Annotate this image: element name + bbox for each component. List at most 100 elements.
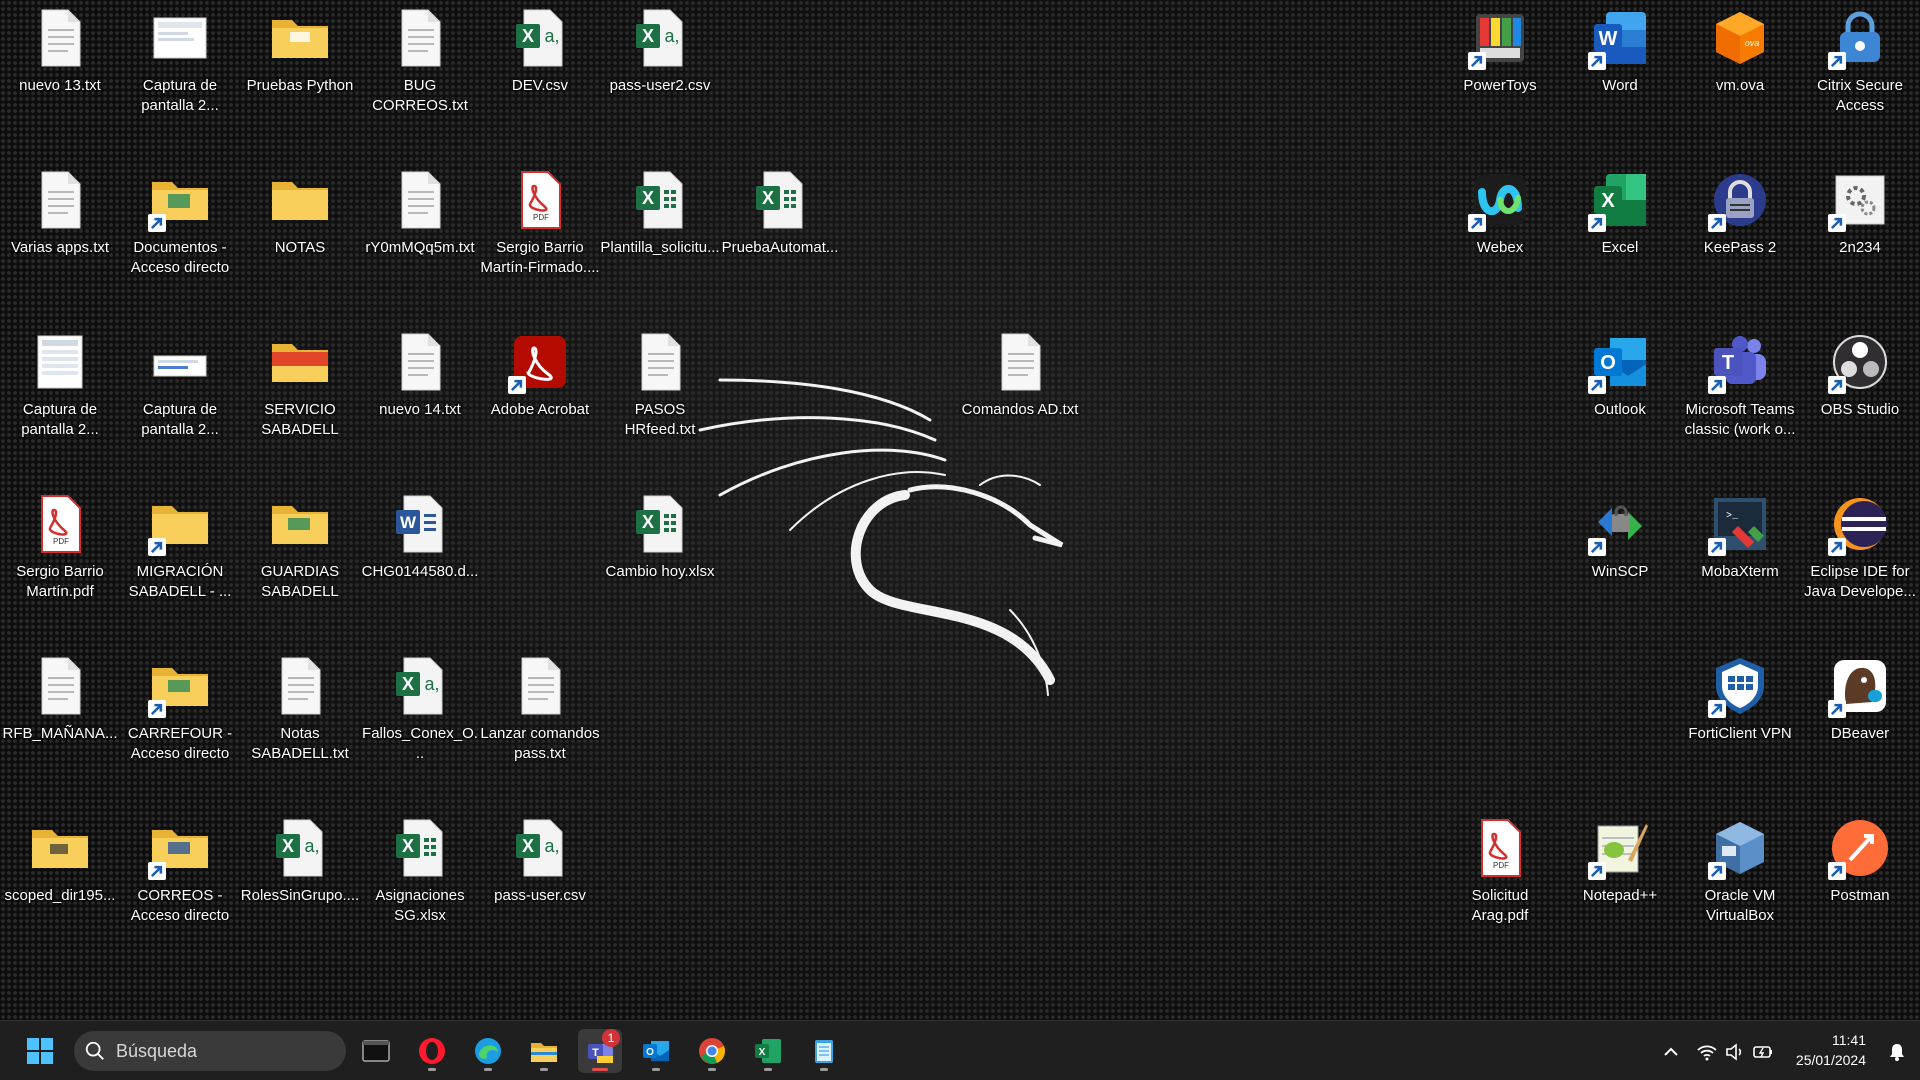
powertoys-icon: [1468, 6, 1532, 70]
wifi-icon[interactable]: [1696, 1041, 1718, 1063]
desktop-icon-teams-classic[interactable]: T Microsoft Teams classic (work o...: [1680, 324, 1800, 474]
desktop-icon-solicitud-arag[interactable]: PDF Solicitud Arag.pdf: [1440, 810, 1560, 960]
search-box[interactable]: Búsqueda: [74, 1031, 346, 1071]
desktop-icon-label: Eclipse IDE for Java Develope...: [1804, 563, 1916, 600]
desktop-icon-plantilla[interactable]: X Plantilla_solicitu...: [600, 162, 720, 312]
desktop-icon-2n234[interactable]: 2n234: [1800, 162, 1920, 312]
desktop-icon-roles-sin-grupo[interactable]: Xa, RolesSinGrupo....: [240, 810, 360, 960]
desktop-icon-chg-doc[interactable]: W CHG0144580.d...: [360, 486, 480, 636]
desktop-icon-cambio-hoy[interactable]: X Cambio hoy.xlsx: [600, 486, 720, 636]
winscp-icon: [1588, 492, 1652, 556]
desktop-icon-pass-user2[interactable]: Xa, pass-user2.csv: [600, 0, 720, 150]
desktop-icon-lanzar-comandos[interactable]: Lanzar comandos pass.txt: [480, 648, 600, 798]
desktop-icon-comandos-ad[interactable]: Comandos AD.txt: [960, 324, 1080, 474]
shortcut-arrow-icon: [1828, 52, 1846, 70]
desktop-icon-migracion[interactable]: MIGRACIÓN SABADELL - ...: [120, 486, 240, 636]
start-button[interactable]: [18, 1029, 62, 1073]
desktop-icon-label: PruebaAutomat...: [721, 239, 839, 256]
desktop-icon-label: GUARDIAS SABADELL: [260, 563, 340, 600]
desktop-icon-webex[interactable]: Webex: [1440, 162, 1560, 312]
desktop-icon-forticlient[interactable]: FortiClient VPN: [1680, 648, 1800, 798]
desktop-icon-label: SERVICIO SABADELL: [261, 401, 339, 438]
desktop-icon-rfb-manana[interactable]: RFB_MAÑANA...: [0, 648, 120, 798]
clock-date[interactable]: 25/01/2024: [1766, 1052, 1866, 1068]
desktop-icon-notepadpp[interactable]: Notepad++: [1560, 810, 1680, 960]
desktop-icon-ry0m[interactable]: rY0mMQq5m.txt: [360, 162, 480, 312]
desktop-icon-dbeaver[interactable]: DBeaver: [1800, 648, 1920, 798]
desktop-icon-virtualbox[interactable]: Oracle VM VirtualBox: [1680, 810, 1800, 960]
desktop-icon-label: Cambio hoy.xlsx: [605, 563, 715, 580]
desktop-icon-nuevo-14[interactable]: nuevo 14.txt: [360, 324, 480, 474]
svg-text:W: W: [400, 513, 417, 532]
desktop-icon-servicio-sabadell[interactable]: SERVICIO SABADELL: [240, 324, 360, 474]
desktop-icon-label: CORREOS - Acceso directo: [130, 887, 230, 924]
taskbar-app-excel[interactable]: X: [746, 1029, 790, 1073]
desktop-icon-mobaxterm[interactable]: >_ MobaXterm: [1680, 486, 1800, 636]
desktop-icon-winscp[interactable]: WinSCP: [1560, 486, 1680, 636]
taskbar-app-outlook[interactable]: O: [634, 1029, 678, 1073]
desktop-icon-guardias[interactable]: GUARDIAS SABADELL: [240, 486, 360, 636]
desktop-icon-postman[interactable]: Postman: [1800, 810, 1920, 960]
image-file-icon: [148, 6, 212, 70]
excel-csv-icon: Xa,: [268, 816, 332, 880]
desktop-icon-citrix[interactable]: Citrix Secure Access: [1800, 0, 1920, 150]
desktop-icon-outlook[interactable]: O Outlook: [1560, 324, 1680, 474]
volume-icon[interactable]: [1724, 1041, 1746, 1063]
desktop-icon-pass-user[interactable]: Xa, pass-user.csv: [480, 810, 600, 960]
desktop-icon-bug-correos[interactable]: BUG CORREOS.txt: [360, 0, 480, 150]
svg-text:X: X: [522, 26, 534, 46]
desktop-icon-word[interactable]: W Word: [1560, 0, 1680, 150]
desktop-icon-captura-1[interactable]: Captura de pantalla 2...: [120, 0, 240, 150]
desktop-icon-eclipse[interactable]: Eclipse IDE for Java Develope...: [1800, 486, 1920, 636]
desktop-icon-scoped-dir[interactable]: scoped_dir195...: [0, 810, 120, 960]
desktop-icon-label: 2n234: [1839, 239, 1881, 256]
taskbar-app-edge[interactable]: [466, 1029, 510, 1073]
text-file-icon: [508, 654, 572, 718]
desktop-icon-carrefour[interactable]: CARREFOUR - Acceso directo: [120, 648, 240, 798]
desktop-icon-sergio-firmado[interactable]: PDF Sergio Barrio Martín-Firmado....: [480, 162, 600, 312]
desktop-icon-captura-3[interactable]: Captura de pantalla 2...: [120, 324, 240, 474]
desktop-icon-label: NOTAS: [274, 239, 326, 256]
svg-text:a,: a,: [544, 26, 559, 46]
desktop-icon-pruebas-python[interactable]: Pruebas Python: [240, 0, 360, 150]
folder-icon: [268, 6, 332, 70]
desktop-icon-label: scoped_dir195...: [4, 887, 116, 904]
taskbar-app-teams[interactable]: T 1: [578, 1029, 622, 1073]
desktop-icon-captura-2[interactable]: Captura de pantalla 2...: [0, 324, 120, 474]
running-indicator: [652, 1068, 660, 1071]
desktop-icon-keepass[interactable]: KeePass 2: [1680, 162, 1800, 312]
desktop-icon-varias-apps[interactable]: Varias apps.txt: [0, 162, 120, 312]
taskbar-app-notepad[interactable]: [802, 1029, 846, 1073]
file-explorer-icon: [531, 1043, 557, 1062]
notepadpp-icon: [1588, 816, 1652, 880]
desktop-icon-excel[interactable]: X Excel: [1560, 162, 1680, 312]
desktop-icon-notas[interactable]: NOTAS: [240, 162, 360, 312]
clock-time[interactable]: 11:41: [1766, 1032, 1866, 1048]
notification-bell-icon[interactable]: [1886, 1041, 1908, 1063]
desktop-icon-label: DEV.csv: [511, 77, 569, 94]
desktop-icon-pasos-hrfeed[interactable]: PASOS HRfeed.txt: [600, 324, 720, 474]
chevron-up-icon[interactable]: [1660, 1041, 1682, 1063]
desktop-icon-dev-csv[interactable]: Xa, DEV.csv: [480, 0, 600, 150]
taskbar-app-chrome[interactable]: [690, 1029, 734, 1073]
desktop-icon-notas-sabadell[interactable]: Notas SABADELL.txt: [240, 648, 360, 798]
active-indicator: [592, 1068, 608, 1071]
desktop-icon-powertoys[interactable]: PowerToys: [1440, 0, 1560, 150]
eclipse-icon: [1828, 492, 1892, 556]
desktop-icon-vm-ova[interactable]: ova vm.ova: [1680, 0, 1800, 150]
shortcut-arrow-icon: [1828, 214, 1846, 232]
taskbar-app-file-explorer[interactable]: [522, 1029, 566, 1073]
desktop[interactable]: nuevo 13.txt Captura de pantalla 2... Pr…: [0, 0, 1920, 1020]
desktop-icon-fallos-conex[interactable]: Xa, Fallos_Conex_O...: [360, 648, 480, 798]
desktop-icon-adobe-acrobat[interactable]: Adobe Acrobat: [480, 324, 600, 474]
desktop-icon-sergio-pdf[interactable]: PDF Sergio Barrio Martín.pdf: [0, 486, 120, 636]
desktop-icon-obs[interactable]: OBS Studio: [1800, 324, 1920, 474]
taskbar-app-terminal[interactable]: [354, 1029, 398, 1073]
desktop-icon-prueba-automat[interactable]: X PruebaAutomat...: [720, 162, 840, 312]
desktop-icon-correos-shortcut[interactable]: CORREOS - Acceso directo: [120, 810, 240, 960]
desktop-icon-documentos-shortcut[interactable]: Documentos - Acceso directo: [120, 162, 240, 312]
desktop-icon-asignaciones-sg[interactable]: X Asignaciones SG.xlsx: [360, 810, 480, 960]
keepass-icon: [1708, 168, 1772, 232]
taskbar-app-opera[interactable]: [410, 1029, 454, 1073]
desktop-icon-nuevo-13[interactable]: nuevo 13.txt: [0, 0, 120, 150]
